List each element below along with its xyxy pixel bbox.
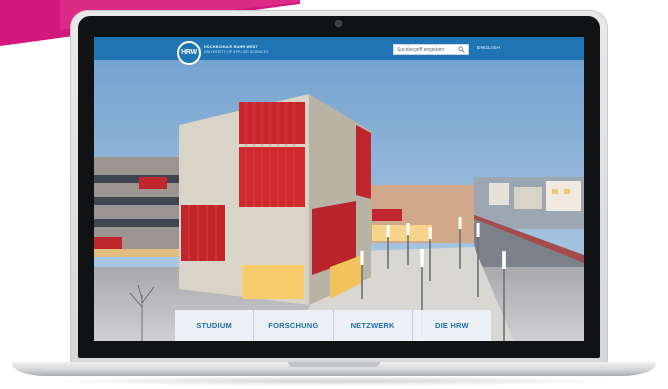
search-icon[interactable] [458, 46, 465, 53]
nav-item-forschung[interactable]: FORSCHUNG [254, 310, 334, 341]
hrw-logo[interactable]: HRW [177, 41, 201, 65]
website-screen: HRW HOCHSCHULE RUHR WEST UNIVERSITY OF A… [94, 37, 584, 341]
logo-university-subtitle: UNIVERSITY OF APPLIED SCIENCES [204, 50, 269, 54]
webcam-icon [335, 20, 342, 27]
hero-photo-campus-building [94, 37, 584, 341]
search-input[interactable] [394, 45, 456, 54]
main-navigation: STUDIUM FORSCHUNG NETZWERK DIE HRW [175, 310, 491, 341]
search-box[interactable] [393, 44, 469, 55]
language-link-english[interactable]: ENGLISH [477, 46, 500, 51]
logo-university-name: HOCHSCHULE RUHR WEST [204, 45, 259, 49]
laptop-opening-notch [288, 362, 380, 367]
nav-item-studium[interactable]: STUDIUM [175, 310, 255, 341]
laptop-shadow [40, 376, 628, 386]
nav-item-die-hrw[interactable]: DIE HRW [413, 310, 491, 341]
site-header-bar [94, 37, 584, 60]
nav-item-netzwerk[interactable]: NETZWERK [334, 310, 413, 341]
